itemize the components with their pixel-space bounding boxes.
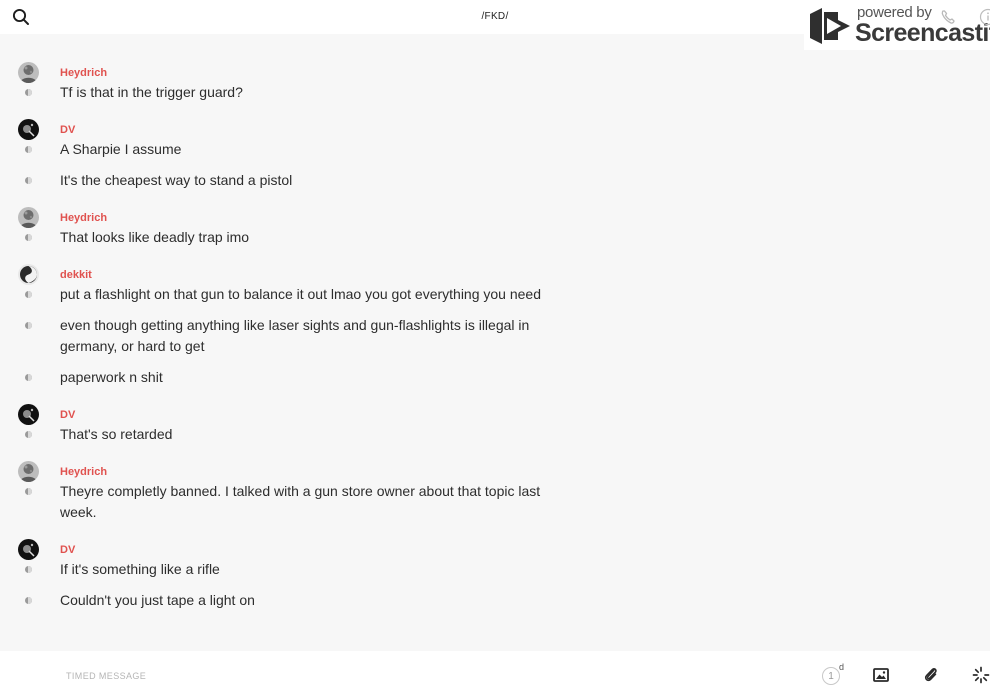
message-text: It's the cheapest way to stand a pistol [60, 172, 293, 188]
message-timer-button[interactable]: 1 d [822, 662, 845, 687]
message-item[interactable]: It's the cheapest way to stand a pistol [0, 170, 560, 191]
message-text: That looks like deadly trap imo [60, 229, 250, 245]
message-text: put a flashlight on that gun to balance … [60, 286, 541, 302]
message-input[interactable] [66, 667, 666, 685]
message-group: Heydrich Tf is that in the trigger guard? [0, 56, 990, 103]
message-item[interactable]: Tf is that in the trigger guard? [0, 82, 560, 103]
avatar[interactable] [18, 264, 39, 285]
timer-unit: d [839, 662, 845, 672]
message-group: DV That's so retarded [0, 398, 990, 445]
username[interactable]: Heydrich [60, 212, 107, 224]
read-status-icon [25, 291, 32, 298]
message-item[interactable]: If it's something like a rifle [0, 559, 560, 580]
message-text: Theyre completly banned. I talked with a… [60, 483, 541, 520]
message-group: DV A Sharpie I assume It's the cheapest wa… [0, 113, 990, 191]
message-item[interactable]: That's so retarded [0, 424, 560, 445]
screencastify-logo [810, 8, 850, 44]
message-text: If it's something like a rifle [60, 561, 220, 577]
message-text: paperwork n shit [60, 369, 163, 385]
read-status-icon [25, 146, 32, 153]
message-group: dekkit put a flashlight on that gun to ba… [0, 258, 990, 388]
username[interactable]: Heydrich [60, 67, 107, 79]
watermark-brand: Screencastify [855, 19, 990, 47]
screencastify-watermark: powered by Screencastify [804, 0, 990, 50]
username[interactable]: DV [60, 544, 75, 556]
avatar[interactable] [18, 62, 39, 83]
timer-value: 1 [822, 667, 840, 685]
message-text: A Sharpie I assume [60, 141, 182, 157]
avatar[interactable] [18, 539, 39, 560]
image-icon[interactable] [873, 667, 889, 683]
message-text: That's so retarded [60, 426, 173, 442]
avatar[interactable] [18, 404, 39, 425]
read-status-icon [25, 89, 32, 96]
loading-spinner-icon[interactable] [972, 666, 990, 684]
message-item[interactable]: Theyre completly banned. I talked with a… [0, 481, 560, 523]
message-item[interactable]: paperwork n shit [0, 367, 560, 388]
message-text: Couldn't you just tape a light on [60, 592, 255, 608]
username[interactable]: DV [60, 409, 75, 421]
message-list: Heydrich Tf is that in the trigger guard?… [0, 56, 990, 611]
message-item[interactable]: That looks like deadly trap imo [0, 227, 560, 248]
read-status-icon [25, 374, 32, 381]
info-icon[interactable] [979, 8, 990, 26]
message-group: Heydrich That looks like deadly trap imo [0, 201, 990, 248]
message-item[interactable]: put a flashlight on that gun to balance … [0, 284, 560, 305]
message-group: Heydrich Theyre completly banned. I talke… [0, 455, 990, 523]
avatar[interactable] [18, 461, 39, 482]
phone-icon[interactable] [940, 9, 958, 25]
read-status-icon [25, 234, 32, 241]
username[interactable]: Heydrich [60, 466, 107, 478]
message-text: even though getting anything like laser … [60, 317, 530, 354]
message-text: Tf is that in the trigger guard? [60, 84, 243, 100]
username[interactable]: dekkit [60, 269, 92, 281]
avatar[interactable] [18, 119, 39, 140]
message-item[interactable]: Couldn't you just tape a light on [0, 590, 560, 611]
paperclip-icon[interactable] [923, 666, 939, 684]
read-status-icon [25, 597, 32, 604]
read-status-icon [25, 431, 32, 438]
read-status-icon [25, 177, 32, 184]
avatar[interactable] [18, 207, 39, 228]
read-status-icon [25, 566, 32, 573]
read-status-icon [25, 322, 32, 329]
read-status-icon [25, 488, 32, 495]
message-item[interactable]: A Sharpie I assume [0, 139, 560, 160]
message-item[interactable]: even though getting anything like laser … [0, 315, 560, 357]
message-group: DV If it's something like a rifle Couldn't… [0, 533, 990, 611]
username[interactable]: DV [60, 124, 75, 136]
